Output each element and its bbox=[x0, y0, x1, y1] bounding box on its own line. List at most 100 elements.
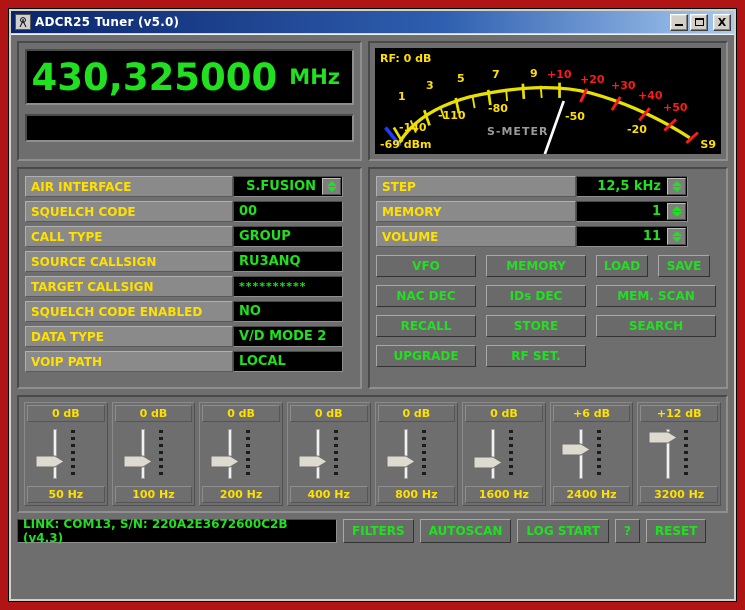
eq-slider-100-hz[interactable] bbox=[114, 425, 193, 483]
eq-ticks-200-hz bbox=[246, 430, 251, 478]
eq-handle-800-hz[interactable] bbox=[386, 454, 416, 469]
left-value-target-callsign[interactable]: ********** bbox=[233, 276, 343, 297]
smeter-dbm-3: -50 bbox=[565, 110, 585, 123]
eq-freq-100-hz: 100 Hz bbox=[114, 486, 193, 503]
eq-ticks-800-hz bbox=[421, 430, 426, 478]
status-button-autoscan[interactable]: AUTOSCAN bbox=[419, 519, 512, 543]
close-button[interactable]: X bbox=[713, 13, 731, 31]
eq-handle-200-hz[interactable] bbox=[210, 454, 241, 469]
s9-label: S9 bbox=[700, 138, 716, 151]
status-button-help[interactable]: ? bbox=[614, 519, 640, 543]
button-memory[interactable]: MEMORY bbox=[486, 255, 586, 277]
eq-ticks-2400-hz bbox=[596, 430, 601, 478]
chevron-up-icon bbox=[671, 206, 682, 211]
eq-band-2400-hz: +6 dB 2400 Hz bbox=[549, 402, 634, 506]
smeter-dbm-4: -20 bbox=[627, 123, 647, 136]
eq-slider-400-hz[interactable] bbox=[289, 425, 368, 483]
button-upgrade[interactable]: UPGRADE bbox=[376, 345, 476, 367]
right-value-text-memory: 1 bbox=[651, 204, 661, 219]
s-meter: RF: 0 dB -69 dBm S9 S-METER 1 3 5 7 9 +1… bbox=[375, 48, 721, 154]
smeter-caption: S-METER bbox=[487, 125, 549, 138]
right-label-step: STEP bbox=[376, 176, 576, 197]
right-spinner-volume[interactable] bbox=[667, 228, 686, 245]
frequency-unit: MHz bbox=[289, 64, 340, 89]
status-button-reset[interactable]: RESET bbox=[645, 519, 707, 543]
eq-handle-2400-hz[interactable] bbox=[561, 442, 591, 457]
button-row-row1: VFO MEMORY LOAD SAVE bbox=[376, 255, 720, 277]
field-row-step: STEP 12,5 kHz bbox=[376, 176, 720, 197]
smeter-dbm-2: -80 bbox=[488, 102, 508, 115]
left-value-squelch-code-enabled[interactable]: NO bbox=[233, 301, 343, 322]
status-button-filters[interactable]: FILTERS bbox=[343, 519, 414, 543]
parameter-list: AIR INTERFACE S.FUSION SQUELCH CODE 00 CALL … bbox=[25, 176, 354, 372]
eq-slider-3200-hz[interactable] bbox=[640, 425, 718, 483]
eq-freq-1600-hz: 1600 Hz bbox=[465, 486, 543, 503]
button-ids-dec[interactable]: IDs DEC bbox=[486, 285, 586, 307]
button-recall[interactable]: RECALL bbox=[376, 315, 476, 337]
eq-slider-1600-hz[interactable] bbox=[465, 425, 543, 483]
eq-freq-3200-hz: 3200 Hz bbox=[640, 486, 718, 503]
field-row-call-type: CALL TYPE GROUP bbox=[25, 226, 354, 247]
status-button-log-start[interactable]: LOG START bbox=[517, 519, 609, 543]
button-save[interactable]: SAVE bbox=[658, 255, 710, 277]
eq-slider-2400-hz[interactable] bbox=[552, 425, 631, 483]
button-nac-dec[interactable]: NAC DEC bbox=[376, 285, 476, 307]
eq-gain-50-hz: 0 dB bbox=[27, 405, 105, 422]
eq-handle-1600-hz[interactable] bbox=[473, 455, 504, 470]
right-value-memory[interactable]: 1 bbox=[576, 201, 688, 222]
eq-handle-100-hz[interactable] bbox=[123, 454, 153, 469]
frequency-display[interactable]: 430,325000 MHz bbox=[25, 49, 354, 105]
equalizer-panel: 0 dB 50 Hz 0 dB 100 Hz 0 dB 200 Hz 0 dB 400 Hz 0… bbox=[17, 395, 728, 513]
left-label-squelch-code: SQUELCH CODE bbox=[25, 201, 233, 222]
left-value-voip-path[interactable]: LOCAL bbox=[233, 351, 343, 372]
dbm-label: -69 dBm bbox=[380, 138, 432, 151]
button-search[interactable]: SEARCH bbox=[596, 315, 716, 337]
tuner-settings-list: STEP 12,5 kHz MEMORY 1 VOLUME 11 bbox=[376, 176, 720, 247]
eq-gain-800-hz: 0 dB bbox=[377, 405, 456, 422]
eq-gain-1600-hz: 0 dB bbox=[465, 405, 543, 422]
client-area: 430,325000 MHz RF: 0 dB -69 dBm S9 S-MET… bbox=[11, 34, 734, 599]
left-value-call-type[interactable]: GROUP bbox=[233, 226, 343, 247]
app-window: ADCR25 Tuner (v5.0) X 430,325000 MHz RF:… bbox=[8, 8, 737, 602]
field-row-data-type: DATA TYPE V/D MODE 2 bbox=[25, 326, 354, 347]
eq-handle-50-hz[interactable] bbox=[35, 454, 65, 469]
controls-panel: STEP 12,5 kHz MEMORY 1 VOLUME 11 VFO MEMORY LOA… bbox=[368, 167, 728, 389]
left-value-air-interface[interactable]: S.FUSION bbox=[233, 176, 343, 197]
top-row: 430,325000 MHz RF: 0 dB -69 dBm S9 S-MET… bbox=[17, 41, 728, 161]
smeter-dbm-0: -140 bbox=[399, 121, 427, 134]
eq-slider-50-hz[interactable] bbox=[27, 425, 105, 483]
button-store[interactable]: STORE bbox=[486, 315, 586, 337]
eq-band-50-hz: 0 dB 50 Hz bbox=[24, 402, 108, 506]
left-spinner-air-interface[interactable] bbox=[322, 178, 341, 195]
left-value-squelch-code[interactable]: 00 bbox=[233, 201, 343, 222]
eq-gain-200-hz: 0 dB bbox=[202, 405, 280, 422]
minimize-button[interactable] bbox=[670, 13, 688, 31]
eq-slider-200-hz[interactable] bbox=[202, 425, 280, 483]
right-value-step[interactable]: 12,5 kHz bbox=[576, 176, 688, 197]
button-mem-scan[interactable]: MEM. SCAN bbox=[596, 285, 716, 307]
left-label-call-type: CALL TYPE bbox=[25, 226, 233, 247]
eq-handle-3200-hz[interactable] bbox=[648, 430, 679, 445]
left-value-text-target-callsign: ********** bbox=[239, 280, 307, 293]
right-label-volume: VOLUME bbox=[376, 226, 576, 247]
eq-handle-400-hz[interactable] bbox=[298, 454, 328, 469]
right-spinner-memory[interactable] bbox=[667, 203, 686, 220]
maximize-button[interactable] bbox=[690, 13, 708, 31]
right-value-volume[interactable]: 11 bbox=[576, 226, 688, 247]
smeter-stick-1: 3 bbox=[426, 79, 434, 92]
left-value-text-call-type: GROUP bbox=[239, 229, 291, 244]
secondary-display[interactable] bbox=[25, 114, 354, 142]
right-spinner-step[interactable] bbox=[667, 178, 686, 195]
button-rf-set[interactable]: RF SET. bbox=[486, 345, 586, 367]
eq-ticks-3200-hz bbox=[684, 430, 689, 478]
button-load[interactable]: LOAD bbox=[596, 255, 648, 277]
title-bar[interactable]: ADCR25 Tuner (v5.0) X bbox=[11, 11, 734, 33]
eq-ticks-400-hz bbox=[333, 430, 338, 478]
left-value-source-callsign[interactable]: RU3ANQ bbox=[233, 251, 343, 272]
chevron-down-icon bbox=[671, 187, 682, 192]
button-vfo[interactable]: VFO bbox=[376, 255, 476, 277]
field-row-squelch-code-enabled: SQUELCH CODE ENABLED NO bbox=[25, 301, 354, 322]
left-value-data-type[interactable]: V/D MODE 2 bbox=[233, 326, 343, 347]
eq-slider-800-hz[interactable] bbox=[377, 425, 456, 483]
smeter-stick-2: 5 bbox=[457, 72, 465, 85]
